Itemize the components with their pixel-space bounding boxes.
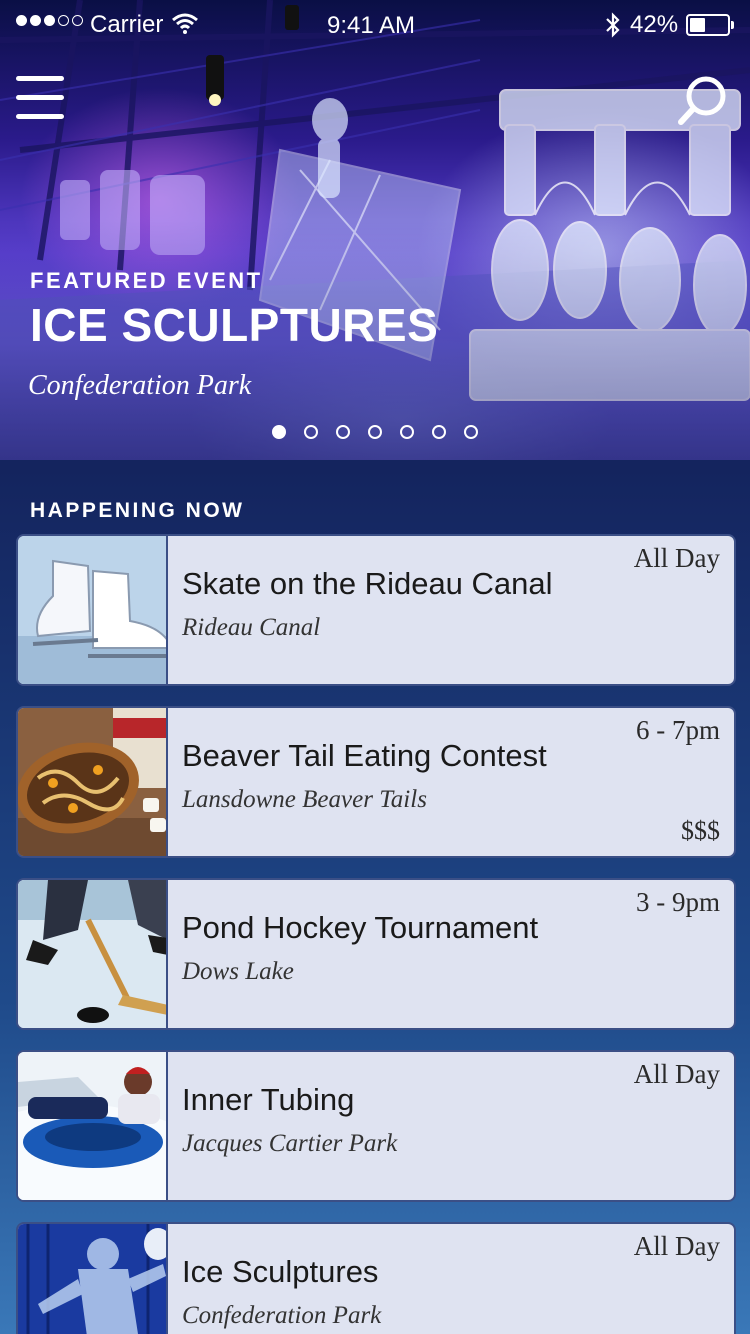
search-icon[interactable]	[676, 72, 732, 128]
hamburger-menu-icon[interactable]	[16, 76, 64, 120]
event-time: 3 - 9pm	[636, 887, 720, 917]
event-title: Inner Tubing	[182, 1082, 355, 1117]
carousel-dot[interactable]	[368, 425, 382, 439]
event-card[interactable]: Beaver Tail Eating Contest Lansdowne Bea…	[16, 706, 736, 858]
featured-event-banner[interactable]: Carrier 9:41 AM 42% FEATURED EVENT ICE S…	[0, 0, 750, 460]
event-title: Skate on the Rideau Canal	[182, 566, 553, 601]
battery-icon	[686, 14, 734, 36]
battery-level-fill	[690, 18, 705, 32]
event-title: Beaver Tail Eating Contest	[182, 738, 547, 773]
event-venue: Lansdowne Beaver Tails	[182, 786, 427, 813]
carousel-dot[interactable]	[272, 425, 286, 439]
carousel-dot[interactable]	[304, 425, 318, 439]
event-venue: Jacques Cartier Park	[182, 1130, 398, 1157]
event-card[interactable]: Inner Tubing Jacques Cartier Park All Da…	[16, 1050, 736, 1202]
event-card[interactable]: Skate on the Rideau Canal Rideau Canal A…	[16, 534, 736, 686]
carousel-dot[interactable]	[464, 425, 478, 439]
event-time: All Day	[633, 1231, 720, 1261]
event-time: All Day	[633, 1059, 720, 1089]
featured-event-location: Confederation Park	[28, 370, 252, 401]
event-card[interactable]: Ice Sculptures Confederation Park All Da…	[16, 1222, 736, 1334]
event-thumbnail-hockey-player	[18, 880, 168, 1028]
battery-percentage: 42%	[630, 11, 679, 38]
event-time: All Day	[633, 543, 720, 573]
status-bar: Carrier 9:41 AM 42%	[0, 0, 750, 50]
event-price: $$$	[681, 816, 720, 845]
event-card[interactable]: Pond Hockey Tournament Dows Lake 3 - 9pm	[16, 878, 736, 1030]
event-venue: Confederation Park	[182, 1302, 382, 1329]
event-thumbnail-beaver-tail-pastry	[18, 708, 168, 856]
event-time: 6 - 7pm	[636, 715, 720, 745]
carousel-dot[interactable]	[336, 425, 350, 439]
event-thumbnail-snow-tubing	[18, 1052, 168, 1200]
section-heading-happening-now: HAPPENING NOW	[30, 499, 245, 522]
featured-event-title[interactable]: ICE SCULPTURES	[30, 298, 438, 352]
event-title: Ice Sculptures	[182, 1254, 379, 1289]
event-venue: Dows Lake	[182, 958, 294, 985]
carousel-dot[interactable]	[432, 425, 446, 439]
event-thumbnail-ice-sculpture-skater	[18, 1224, 168, 1334]
featured-event-label: FEATURED EVENT	[30, 268, 263, 293]
carousel-pagination[interactable]	[272, 425, 478, 439]
carousel-dot[interactable]	[400, 425, 414, 439]
event-thumbnail-ice-skates	[18, 536, 168, 684]
bluetooth-icon	[606, 12, 620, 38]
event-venue: Rideau Canal	[182, 614, 321, 641]
event-title: Pond Hockey Tournament	[182, 910, 539, 945]
